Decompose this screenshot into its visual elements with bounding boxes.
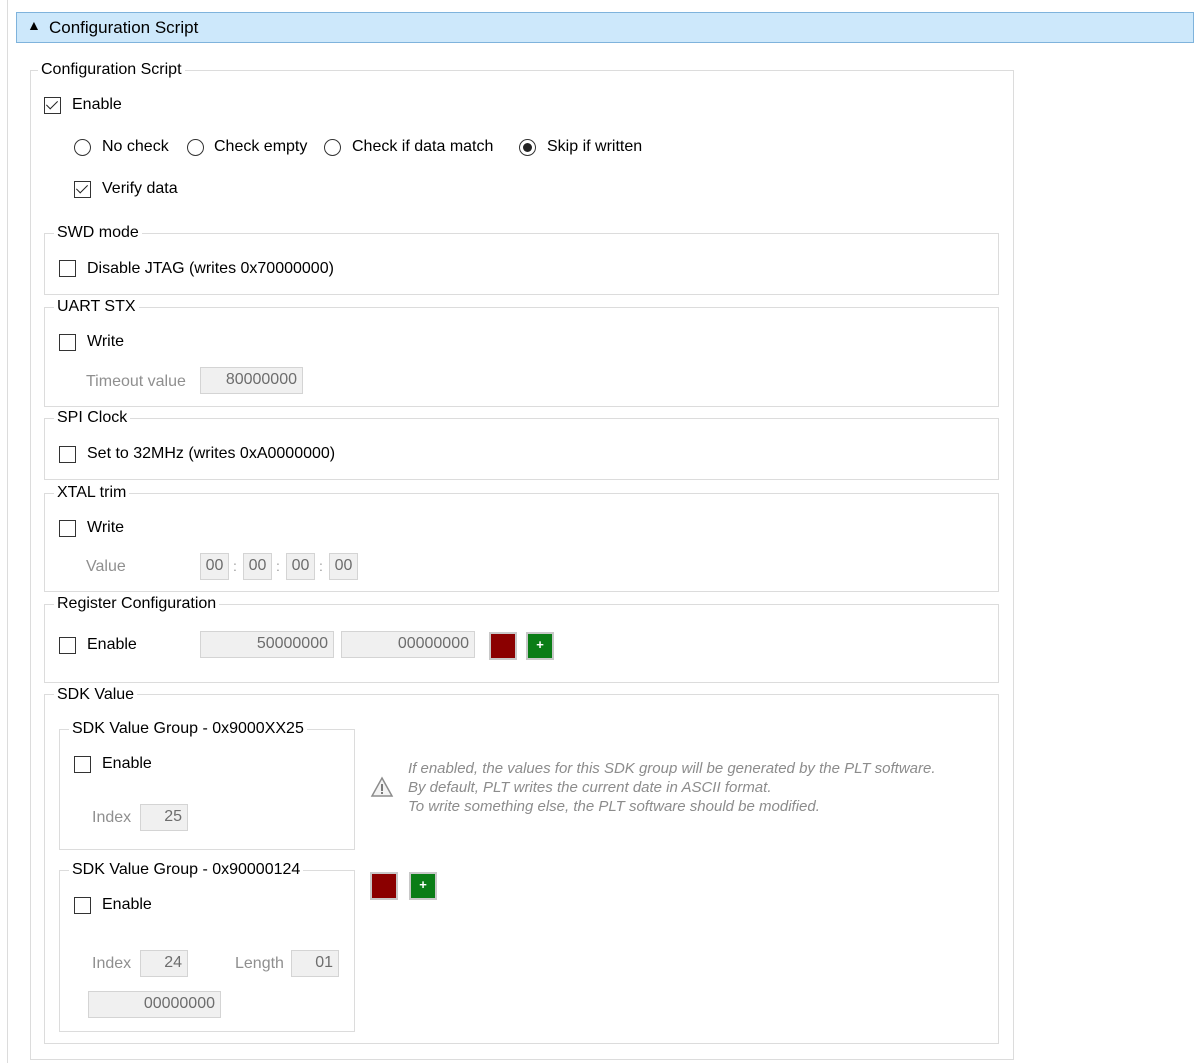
verify-data-label: Verify data bbox=[102, 180, 178, 197]
radio-check-empty[interactable] bbox=[187, 139, 204, 156]
xtal-separator: : bbox=[233, 558, 237, 574]
verify-data-checkbox[interactable] bbox=[74, 181, 91, 198]
register-enable-checkbox[interactable] bbox=[59, 637, 76, 654]
radio-skip-if-written[interactable] bbox=[519, 139, 536, 156]
radio-check-empty-label: Check empty bbox=[214, 138, 308, 155]
timeout-value-label: Timeout value bbox=[86, 373, 186, 390]
sdk-note-line-1: If enabled, the values for this SDK grou… bbox=[408, 760, 936, 777]
spi-clock-legend: SPI Clock bbox=[54, 409, 131, 427]
left-border bbox=[7, 0, 8, 1063]
spi-32mhz-label: Set to 32MHz (writes 0xA0000000) bbox=[87, 445, 336, 462]
register-value-field[interactable]: 00000000 bbox=[341, 631, 475, 658]
xtal-separator: : bbox=[319, 558, 323, 574]
sdk-group-1 bbox=[59, 729, 355, 850]
enable-label: Enable bbox=[72, 96, 122, 113]
xtal-trim-group bbox=[44, 493, 999, 592]
sdk-group-2-enable-label: Enable bbox=[102, 896, 152, 913]
uart-stx-legend: UART STX bbox=[54, 298, 139, 316]
sdk-note: If enabled, the values for this SDK grou… bbox=[408, 759, 936, 816]
uart-stx-group bbox=[44, 307, 999, 407]
disable-jtag-checkbox[interactable] bbox=[59, 260, 76, 277]
xtal-trim-legend: XTAL trim bbox=[54, 484, 130, 502]
uart-write-checkbox[interactable] bbox=[59, 334, 76, 351]
radio-check-data-match[interactable] bbox=[324, 139, 341, 156]
sdk-group-1-index-label: Index bbox=[92, 809, 132, 826]
sdk-group-2-length-field[interactable]: 01 bbox=[291, 950, 339, 977]
sdk-remove-button[interactable] bbox=[370, 872, 398, 900]
xtal-byte-1[interactable]: 00 bbox=[200, 553, 229, 580]
sdk-group-2-index-field[interactable]: 24 bbox=[140, 950, 188, 977]
xtal-byte-2[interactable]: 00 bbox=[243, 553, 272, 580]
uart-write-label: Write bbox=[87, 333, 125, 350]
register-config-group bbox=[44, 604, 999, 683]
register-config-legend: Register Configuration bbox=[54, 595, 220, 613]
register-enable-label: Enable bbox=[87, 636, 137, 653]
register-remove-button[interactable] bbox=[489, 632, 517, 660]
xtal-separator: : bbox=[276, 558, 280, 574]
enable-checkbox[interactable] bbox=[44, 97, 61, 114]
sdk-group-1-enable-label: Enable bbox=[102, 755, 152, 772]
radio-check-data-match-label: Check if data match bbox=[352, 138, 494, 155]
sdk-group-2-length-label: Length bbox=[235, 955, 284, 972]
sdk-group-1-index-field[interactable]: 25 bbox=[140, 804, 188, 831]
section-header[interactable]: ▲ Configuration Script bbox=[16, 12, 1194, 43]
radio-no-check[interactable] bbox=[74, 139, 91, 156]
xtal-write-label: Write bbox=[87, 519, 125, 536]
register-add-button[interactable]: + bbox=[526, 632, 554, 660]
sdk-group-2-enable-checkbox[interactable] bbox=[74, 897, 91, 914]
sdk-note-line-3: To write something else, the PLT softwar… bbox=[408, 798, 820, 815]
disable-jtag-label: Disable JTAG (writes 0x70000000) bbox=[87, 260, 334, 277]
swd-mode-legend: SWD mode bbox=[54, 224, 142, 242]
section-header-title: Configuration Script bbox=[49, 18, 199, 37]
sdk-group-1-enable-checkbox[interactable] bbox=[74, 756, 91, 773]
sdk-group-1-legend: SDK Value Group - 0x9000XX25 bbox=[69, 720, 307, 738]
sdk-value-legend: SDK Value bbox=[54, 686, 138, 704]
config-script-legend: Configuration Script bbox=[38, 61, 185, 79]
register-address-field[interactable]: 50000000 bbox=[200, 631, 334, 658]
warning-icon bbox=[370, 776, 394, 797]
xtal-value-label: Value bbox=[86, 558, 126, 575]
timeout-value-field[interactable]: 80000000 bbox=[200, 367, 303, 394]
xtal-byte-4[interactable]: 00 bbox=[329, 553, 358, 580]
xtal-write-checkbox[interactable] bbox=[59, 520, 76, 537]
spi-32mhz-checkbox[interactable] bbox=[59, 446, 76, 463]
sdk-group-2-legend: SDK Value Group - 0x90000124 bbox=[69, 861, 304, 879]
sdk-add-button[interactable]: + bbox=[409, 872, 437, 900]
collapse-triangle-icon[interactable]: ▲ bbox=[27, 17, 41, 33]
radio-no-check-label: No check bbox=[102, 138, 169, 155]
sdk-group-2-index-label: Index bbox=[92, 955, 132, 972]
sdk-group-2-data-field[interactable]: 00000000 bbox=[88, 991, 221, 1018]
radio-skip-if-written-label: Skip if written bbox=[547, 138, 643, 155]
xtal-byte-3[interactable]: 00 bbox=[286, 553, 315, 580]
sdk-note-line-2: By default, PLT writes the current date … bbox=[408, 779, 772, 796]
